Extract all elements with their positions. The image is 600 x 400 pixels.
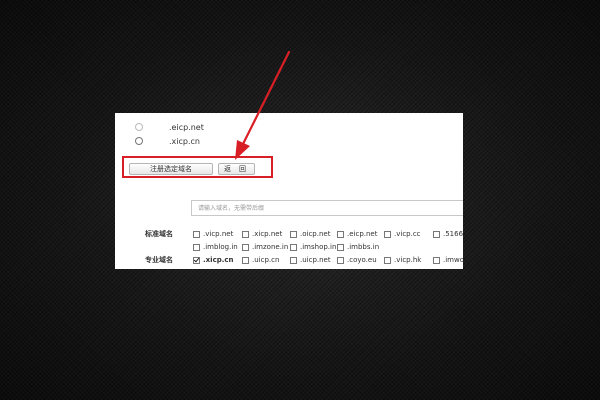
domain-registration-panel: .eicp.net .xicp.cn 注册选定域名 返 回 标准域名 专业域名 … — [115, 113, 463, 269]
domain-checkbox-item[interactable]: .oicp.net — [290, 230, 330, 238]
domain-option-xicp[interactable]: .xicp.cn — [135, 135, 200, 147]
back-button[interactable]: 返 回 — [218, 163, 255, 175]
domain-label: .xicp.cn — [203, 256, 234, 264]
domain-label: .oicp.net — [300, 230, 331, 238]
domain-label: .imwo — [443, 256, 463, 264]
domain-checkbox-item[interactable]: .vicp.cc — [384, 230, 421, 238]
professional-domain-label: 专业域名 — [145, 256, 173, 264]
domain-checkbox-item[interactable]: .imshop.in — [290, 243, 336, 251]
domain-option-label: .xicp.cn — [169, 136, 200, 146]
checkbox[interactable] — [242, 230, 249, 238]
radio-button[interactable] — [135, 137, 143, 145]
domain-checkbox-item[interactable]: .eicp.net — [337, 230, 377, 238]
domain-label: .imblog.in — [203, 243, 238, 251]
domain-checkbox-item[interactable]: .uicp.cn — [242, 256, 279, 264]
checkbox-checked[interactable] — [193, 256, 200, 264]
domain-checkbox-item[interactable]: .coyo.eu — [337, 256, 377, 264]
register-selected-domain-button[interactable]: 注册选定域名 — [129, 163, 213, 175]
domain-label: .imzone.in — [252, 243, 289, 251]
checkbox[interactable] — [242, 243, 249, 251]
checkbox[interactable] — [290, 230, 297, 238]
radio-button[interactable] — [135, 123, 143, 131]
domain-label: .imbbs.in — [347, 243, 380, 251]
checkbox[interactable] — [193, 230, 200, 238]
domain-label: .uicp.cn — [252, 256, 280, 264]
checkbox[interactable] — [433, 256, 440, 264]
checkbox[interactable] — [433, 230, 440, 238]
checkbox[interactable] — [337, 243, 344, 251]
domain-label: .5166 — [443, 230, 463, 238]
checkbox[interactable] — [290, 243, 297, 251]
domain-checkbox-item[interactable]: .imbbs.in — [337, 243, 379, 251]
domain-checkbox-item[interactable]: .5166 — [433, 230, 463, 238]
checkbox[interactable] — [384, 256, 391, 264]
domain-label: .vicp.cc — [394, 230, 421, 238]
domain-label: .xicp.net — [252, 230, 283, 238]
checkbox[interactable] — [193, 243, 200, 251]
domain-checkbox-item[interactable]: .uicp.net — [290, 256, 331, 264]
domain-label: .imshop.in — [300, 243, 337, 251]
domain-checkbox-item[interactable]: .imwo — [433, 256, 463, 264]
checkbox[interactable] — [290, 256, 297, 264]
domain-checkbox-item[interactable]: .imblog.in — [193, 243, 238, 251]
domain-option-label: .eicp.net — [169, 122, 204, 132]
checkbox[interactable] — [384, 230, 391, 238]
domain-search-input[interactable] — [191, 200, 463, 216]
checkbox[interactable] — [337, 256, 344, 264]
domain-label: .vicp.hk — [394, 256, 422, 264]
domain-checkbox-item[interactable]: .imzone.in — [242, 243, 288, 251]
domain-checkbox-item[interactable]: .vicp.net — [193, 230, 233, 238]
domain-checkbox-item[interactable]: .xicp.net — [242, 230, 282, 238]
domain-label: .coyo.eu — [347, 256, 377, 264]
domain-checkbox-item[interactable]: .xicp.cn — [193, 256, 234, 264]
domain-checkbox-item[interactable]: .vicp.hk — [384, 256, 421, 264]
domain-label: .uicp.net — [300, 256, 331, 264]
domain-option-eicp[interactable]: .eicp.net — [135, 121, 204, 133]
domain-label: .eicp.net — [347, 230, 378, 238]
checkbox[interactable] — [337, 230, 344, 238]
domain-label: .vicp.net — [203, 230, 234, 238]
checkbox[interactable] — [242, 256, 249, 264]
standard-domain-label: 标准域名 — [145, 230, 173, 238]
